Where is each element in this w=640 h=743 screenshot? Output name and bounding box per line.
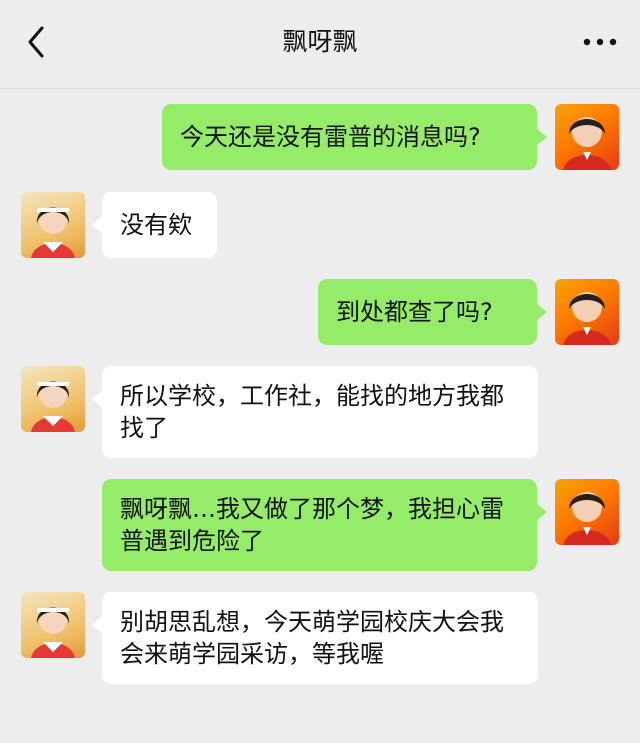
chat-header: 飘呀飘 xyxy=(0,0,640,89)
avatar-self[interactable] xyxy=(555,104,619,170)
avatar-other[interactable] xyxy=(21,192,85,258)
avatar-other[interactable] xyxy=(21,592,85,658)
avatar-other[interactable] xyxy=(21,366,85,432)
avatar-self[interactable] xyxy=(555,279,619,345)
message-text: 飘呀飘…我又做了那个梦，我担心雷普遇到危险了 xyxy=(120,495,504,555)
message-text: 没有欸 xyxy=(120,211,192,239)
message-text: 别胡思乱想，今天萌学园校庆大会我会来萌学园采访，等我喔 xyxy=(120,608,504,668)
message-bubble-self[interactable]: 到处都查了吗? xyxy=(318,279,547,345)
message-bubble-other[interactable]: 别胡思乱想，今天萌学园校庆大会我会来萌学园采访，等我喔 xyxy=(92,592,538,684)
message-text: 所以学校，工作社，能找的地方我都找了 xyxy=(120,382,504,442)
chat-title: 飘呀飘 xyxy=(282,27,358,56)
message-text: 到处都查了吗? xyxy=(336,298,493,326)
message-bubble-self[interactable]: 飘呀飘…我又做了那个梦，我担心雷普遇到危险了 xyxy=(102,479,547,571)
message-bubble-other[interactable]: 所以学校，工作社，能找的地方我都找了 xyxy=(92,366,538,458)
message-bubble-self[interactable]: 今天还是没有雷普的消息吗? xyxy=(162,104,547,170)
ellipsis-icon xyxy=(583,38,617,46)
message-bubble-other[interactable]: 没有欸 xyxy=(92,192,217,258)
more-button[interactable] xyxy=(582,32,618,52)
message-text: 今天还是没有雷普的消息吗? xyxy=(180,123,481,151)
avatar-self[interactable] xyxy=(555,479,619,545)
